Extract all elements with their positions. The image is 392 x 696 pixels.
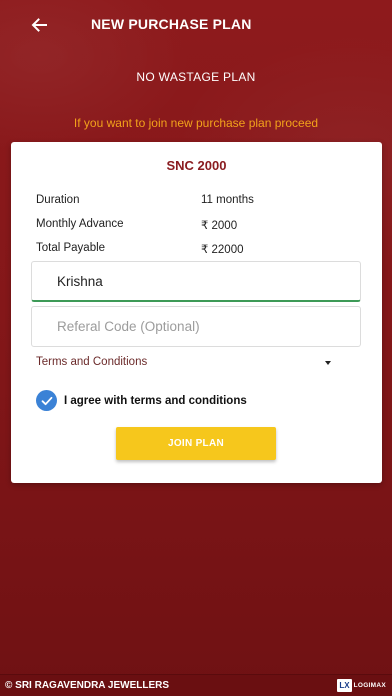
arrow-left-icon (31, 18, 47, 32)
copyright-text: © SRI RAGAVENDRA JEWELLERS (5, 680, 170, 691)
page-title: NEW PURCHASE PLAN (91, 16, 252, 32)
terms-dropdown[interactable]: Terms and Conditions (36, 356, 331, 368)
caret-down-icon (325, 361, 331, 365)
detail-label: Duration (36, 194, 80, 206)
check-icon (41, 396, 52, 405)
name-input[interactable]: Krishna (31, 261, 361, 302)
detail-value: ₹ 22000 (201, 244, 244, 256)
detail-row-total-payable: Total Payable ₹ 22000 (36, 242, 244, 256)
terms-label: Terms and Conditions (36, 356, 148, 368)
detail-value: ₹ 2000 (201, 220, 238, 232)
detail-value: 11 months (201, 194, 254, 206)
join-prompt: If you want to join new purchase plan pr… (73, 116, 319, 130)
checkbox-checked[interactable] (36, 390, 57, 411)
footer: © SRI RAGAVENDRA JEWELLERS LX LOGIMAX (0, 674, 392, 696)
logimax-logo: LX LOGIMAX (337, 679, 386, 692)
agree-label: I agree with terms and conditions (64, 394, 247, 407)
app-bar: NEW PURCHASE PLAN (0, 0, 392, 50)
plan-card: SNC 2000 Duration 11 months Monthly Adva… (11, 142, 382, 483)
logo-text: LOGIMAX (353, 682, 386, 689)
plan-type-label: NO WASTAGE PLAN (136, 70, 256, 84)
detail-row-duration: Duration 11 months (36, 194, 254, 206)
plan-code: SNC 2000 (166, 158, 227, 173)
referal-code-input[interactable]: Referal Code (Optional) (31, 306, 361, 347)
back-button[interactable] (26, 12, 52, 38)
agree-checkbox[interactable]: I agree with terms and conditions (36, 390, 247, 411)
detail-row-monthly-advance: Monthly Advance ₹ 2000 (36, 218, 237, 232)
detail-label: Monthly Advance (36, 218, 124, 230)
detail-label: Total Payable (36, 242, 106, 254)
logo-mark: LX (337, 679, 352, 692)
join-plan-button[interactable]: JOIN PLAN (116, 427, 276, 460)
